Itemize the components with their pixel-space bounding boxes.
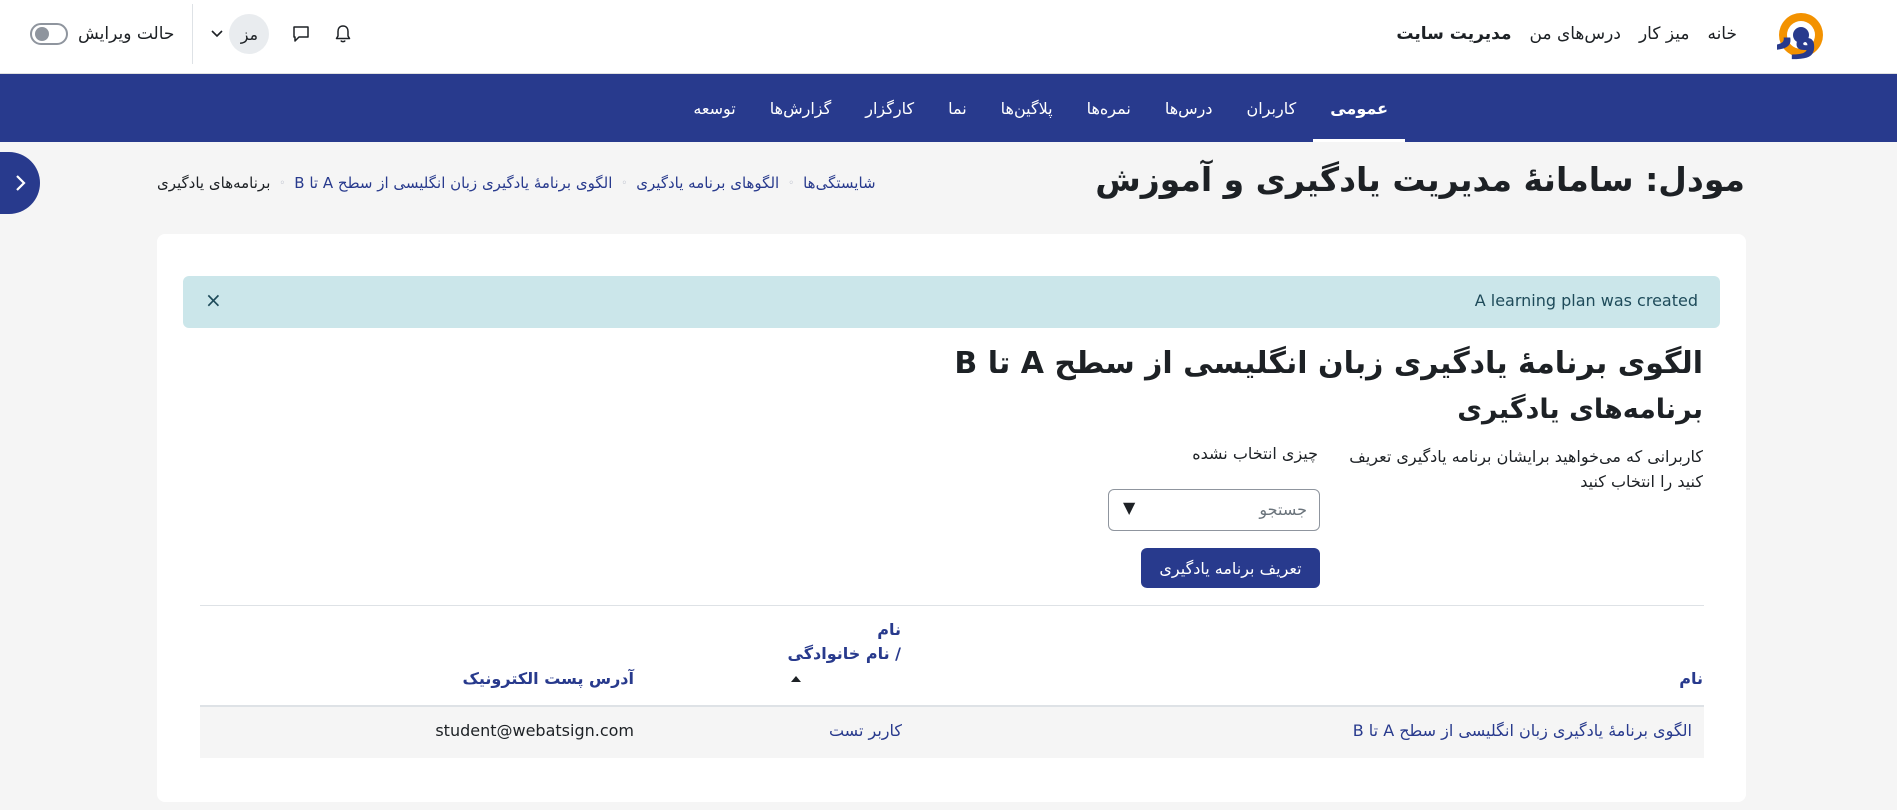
alert-message: A learning plan was created (1474, 291, 1698, 310)
user-email: student@webatsign.com (435, 721, 634, 740)
svg-text:وب: وب (1777, 15, 1817, 60)
user-select-label: کاربرانی که می‌خواهید برایشان برنامه یاد… (1349, 447, 1703, 491)
section-heading: برنامه‌های یادگیری (1457, 394, 1703, 425)
user-search-autocomplete[interactable]: جستجو ▼ (1108, 489, 1320, 531)
sort-ascending-icon (788, 666, 902, 690)
table-row: الگوی برنامهٔ یادگیری زبان انگلیسی از سط… (200, 707, 1704, 758)
chevron-right-icon (16, 175, 26, 191)
breadcrumb-separator-icon: ◦ (621, 177, 628, 189)
top-navbar: وب خانه میز کار درس‌های من مدیریت سایت ح… (0, 0, 1897, 74)
open-drawer-button[interactable] (0, 152, 40, 214)
tab-grades[interactable]: نمره‌ها (1070, 74, 1148, 142)
edit-mode-label: حالت ویرایش (78, 24, 175, 44)
sort-firstname-link[interactable]: نام (788, 618, 901, 642)
breadcrumb-template[interactable]: الگوی برنامهٔ یادگیری زبان انگلیسی از سط… (294, 174, 612, 192)
site-logo[interactable]: وب (1755, 8, 1873, 62)
tab-reports[interactable]: گزارش‌ها (753, 74, 848, 142)
close-icon[interactable]: × (205, 288, 222, 312)
primary-navigation: خانه میز کار درس‌های من مدیریت سایت (1396, 0, 1737, 68)
user-avatar[interactable]: مز (229, 14, 270, 54)
nav-my-courses-link[interactable]: درس‌های من (1530, 24, 1621, 44)
user-name-link[interactable]: کاربر تست (829, 721, 902, 740)
sort-lastname-link[interactable]: / نام خانوادگی (788, 642, 902, 666)
breadcrumb-separator-icon: ◦ (279, 177, 286, 189)
column-header-email[interactable]: آدرس پست الکترونیک (463, 669, 635, 688)
tab-general[interactable]: عمومی (1313, 74, 1405, 142)
search-placeholder: جستجو (1259, 500, 1307, 519)
breadcrumb: شایستگی‌ها ◦ الگوهای برنامه یادگیری ◦ ال… (157, 174, 876, 192)
plan-name-link[interactable]: الگوی برنامهٔ یادگیری زبان انگلیسی از سط… (1353, 721, 1692, 740)
chevron-down-icon[interactable] (211, 27, 223, 41)
tab-courses[interactable]: درس‌ها (1148, 74, 1230, 142)
selection-status: چیزی انتخاب نشده (1192, 444, 1318, 463)
tab-appearance[interactable]: نما (931, 74, 984, 142)
tab-development[interactable]: توسعه (676, 74, 752, 142)
edit-mode-toggle[interactable] (30, 23, 68, 45)
create-learning-plan-button[interactable]: تعریف برنامه یادگیری (1141, 548, 1320, 588)
page-title: مودل: سامانهٔ مدیریت یادگیری و آموزش (1095, 160, 1745, 199)
template-heading: الگوی برنامهٔ یادگیری زبان انگلیسی از سط… (954, 346, 1703, 381)
bell-icon[interactable] (331, 22, 355, 46)
chat-icon[interactable] (289, 22, 313, 46)
admin-secondary-nav: عمومی کاربران درس‌ها نمره‌ها پلاگین‌ها ن… (0, 74, 1897, 142)
breadcrumb-current: برنامه‌های یادگیری (157, 174, 271, 192)
nav-dashboard-link[interactable]: میز کار (1639, 24, 1690, 44)
table-top-border (200, 605, 1704, 606)
breadcrumb-separator-icon: ◦ (788, 177, 795, 189)
tab-plugins[interactable]: پلاگین‌ها (984, 74, 1070, 142)
column-header-fullname: نام / نام خانوادگی (788, 618, 902, 690)
main-content-card: A learning plan was created × الگوی برنا… (157, 234, 1746, 802)
user-controls: حالت ویرایش مز (30, 0, 355, 68)
nav-site-admin-link[interactable]: مدیریت سایت (1396, 24, 1511, 44)
breadcrumb-competencies[interactable]: شایستگی‌ها (803, 174, 876, 192)
success-alert: A learning plan was created × (183, 276, 1720, 328)
tab-server[interactable]: کارگزار (848, 74, 931, 142)
divider (192, 4, 194, 64)
column-header-name[interactable]: نام (1679, 669, 1703, 688)
nav-home-link[interactable]: خانه (1707, 24, 1737, 44)
tab-users[interactable]: کاربران (1230, 74, 1314, 142)
dropdown-arrow-icon[interactable]: ▼ (1123, 498, 1135, 517)
breadcrumb-plan-templates[interactable]: الگوهای برنامه یادگیری (636, 174, 779, 192)
